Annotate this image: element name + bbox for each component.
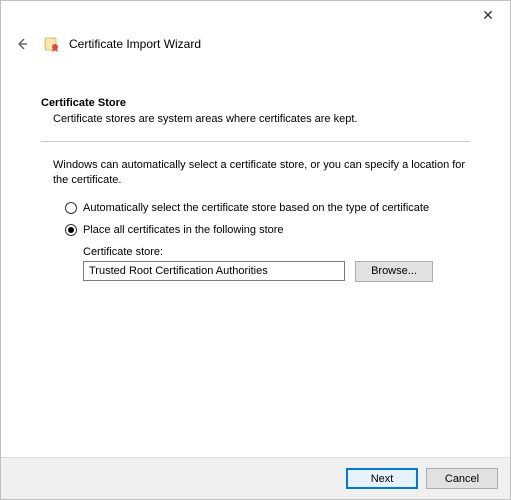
radio-place-label: Place all certificates in the following … — [83, 224, 284, 236]
radio-icon — [65, 202, 77, 214]
section-heading: Certificate Store — [41, 97, 470, 109]
footer: Next Cancel — [1, 457, 510, 499]
body-intro: Windows can automatically select a certi… — [53, 158, 470, 188]
certificate-icon — [43, 35, 61, 53]
divider — [41, 141, 470, 142]
next-button[interactable]: Next — [346, 468, 418, 489]
radio-auto[interactable]: Automatically select the certificate sto… — [65, 202, 470, 214]
section-subtext: Certificate stores are system areas wher… — [53, 113, 470, 125]
store-input[interactable] — [83, 261, 345, 281]
back-arrow-icon — [14, 36, 30, 52]
store-block: Certificate store: Browse... — [83, 246, 470, 282]
cancel-button[interactable]: Cancel — [426, 468, 498, 489]
close-icon: ✕ — [482, 7, 494, 24]
browse-button[interactable]: Browse... — [355, 261, 433, 282]
radio-group: Automatically select the certificate sto… — [65, 202, 470, 236]
wizard-title: Certificate Import Wizard — [69, 37, 201, 51]
content: Certificate Store Certificate stores are… — [1, 61, 510, 457]
radio-auto-label: Automatically select the certificate sto… — [83, 202, 429, 214]
back-button[interactable] — [13, 35, 31, 53]
header: Certificate Import Wizard — [1, 31, 510, 61]
radio-place[interactable]: Place all certificates in the following … — [65, 224, 470, 236]
close-button[interactable]: ✕ — [466, 1, 510, 29]
radio-icon — [65, 224, 77, 236]
store-label: Certificate store: — [83, 246, 470, 258]
titlebar: ✕ — [1, 1, 510, 31]
